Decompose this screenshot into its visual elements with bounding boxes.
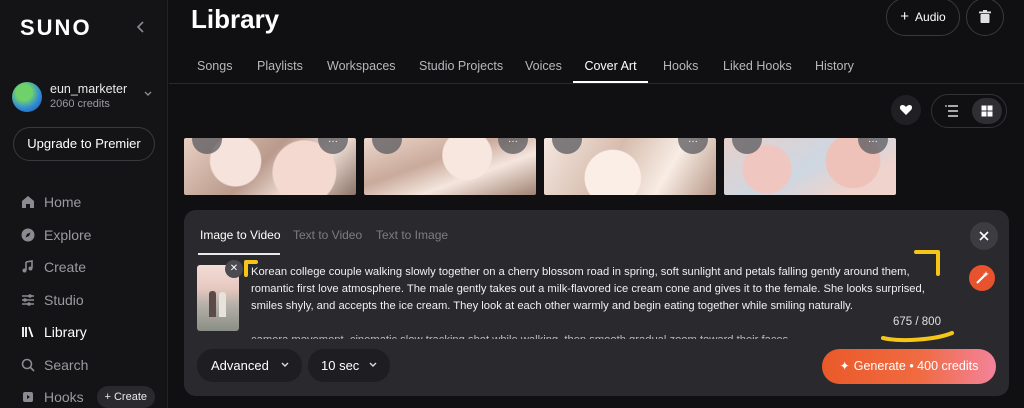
tab-liked-hooks[interactable]: Liked Hooks — [723, 48, 792, 83]
library-tabs: Songs Playlists Workspaces Studio Projec… — [169, 48, 1024, 84]
favorites-filter-button[interactable] — [891, 95, 921, 125]
duration-select[interactable]: 10 sec — [308, 349, 390, 382]
sidebar-item-studio[interactable]: Studio — [0, 284, 168, 317]
library-icon — [20, 324, 36, 340]
active-tab-indicator — [198, 253, 280, 255]
prompt-overflow-line: camera movement, cinematic slow tracking… — [251, 332, 951, 339]
trash-button[interactable] — [966, 0, 1004, 36]
sidebar: SUNO eun_marketer 2060 credits Upgrade t… — [0, 0, 168, 408]
sidebar-item-label: Search — [44, 356, 89, 373]
remove-image-button[interactable]: ✕ — [225, 260, 243, 278]
avatar — [12, 82, 42, 112]
suno-logo[interactable]: SUNO — [20, 15, 92, 41]
close-icon — [979, 231, 989, 241]
search-icon — [20, 357, 36, 373]
view-toggle — [931, 94, 1007, 128]
audio-button-label: Audio — [915, 10, 946, 24]
character-counter: 675 / 800 — [893, 316, 941, 328]
sidebar-item-label: Home — [44, 194, 82, 211]
advanced-options-button[interactable]: Advanced — [197, 349, 302, 382]
enhance-prompt-button[interactable] — [969, 265, 995, 291]
upgrade-button[interactable]: Upgrade to Premier — [13, 127, 155, 161]
hooks-icon — [20, 389, 36, 405]
list-view-button[interactable] — [938, 98, 968, 124]
grid-icon — [981, 105, 993, 117]
tab-songs[interactable]: Songs — [197, 48, 232, 83]
sidebar-item-label: Hooks — [44, 389, 84, 406]
suno-app: SUNO eun_marketer 2060 credits Upgrade t… — [0, 0, 1024, 408]
music-note-icon — [20, 259, 36, 275]
tab-playlists[interactable]: Playlists — [257, 48, 303, 83]
sparkle-icon: ✦ — [839, 359, 850, 373]
video-generation-panel: Image to Video Text to Video Text to Ima… — [184, 210, 1009, 396]
page-title: Library — [191, 4, 280, 34]
heart-icon — [899, 105, 913, 115]
collapse-sidebar-icon[interactable] — [134, 18, 150, 38]
chevron-down-icon — [280, 349, 290, 396]
grid-view-button[interactable] — [972, 98, 1002, 124]
hooks-create-button[interactable]: + Create — [96, 386, 155, 408]
main-content: Library + Audio Songs Playlists Workspace… — [169, 0, 1024, 408]
tab-image-to-video[interactable]: Image to Video — [200, 228, 281, 242]
tab-studio-projects[interactable]: Studio Projects — [419, 48, 503, 83]
tab-workspaces[interactable]: Workspaces — [327, 48, 396, 83]
sidebar-nav: Home Explore Create Studio Library Searc… — [0, 186, 168, 408]
chevron-down-icon — [143, 90, 153, 101]
add-audio-button[interactable]: + Audio — [886, 0, 960, 36]
sidebar-item-explore[interactable]: Explore — [0, 219, 168, 252]
tab-cover-art[interactable]: Cover Art — [573, 48, 648, 83]
sidebar-item-home[interactable]: Home — [0, 186, 168, 219]
chevron-down-icon — [368, 349, 378, 396]
cover-art-card[interactable]: ··· — [364, 138, 536, 195]
user-account-switcher[interactable]: eun_marketer 2060 credits — [12, 80, 157, 116]
credits-count: 2060 credits — [50, 98, 110, 110]
sidebar-item-library[interactable]: Library — [0, 316, 168, 349]
plus-icon: + — [900, 8, 910, 25]
tab-text-to-video[interactable]: Text to Video — [293, 228, 362, 242]
tab-hooks[interactable]: Hooks — [663, 48, 698, 83]
trash-icon — [979, 10, 991, 23]
cover-art-card[interactable]: ··· — [544, 138, 716, 195]
generate-button[interactable]: ✦ Generate • 400 credits — [822, 349, 996, 384]
sidebar-item-create[interactable]: Create — [0, 251, 168, 284]
list-icon — [945, 105, 958, 117]
username: eun_marketer — [50, 82, 128, 96]
tab-history[interactable]: History — [815, 48, 854, 83]
sliders-icon — [20, 292, 36, 308]
sidebar-item-hooks[interactable]: Hooks + Create — [0, 381, 168, 408]
home-icon — [20, 194, 36, 210]
cover-art-card[interactable]: ··· — [184, 138, 356, 195]
cover-art-card[interactable]: ··· — [724, 138, 896, 195]
cover-art-grid: ··· ··· ··· ··· — [184, 138, 904, 195]
magic-wand-icon — [976, 271, 989, 284]
sidebar-item-label: Create — [44, 259, 87, 276]
tab-text-to-image[interactable]: Text to Image — [376, 228, 448, 242]
sidebar-item-search[interactable]: Search — [0, 349, 168, 382]
advanced-label: Advanced — [211, 358, 269, 373]
sidebar-item-label: Explore — [44, 226, 92, 243]
close-panel-button[interactable] — [970, 222, 998, 250]
duration-label: 10 sec — [321, 358, 360, 373]
prompt-textarea[interactable]: Korean college couple walking slowly tog… — [251, 264, 951, 315]
compass-icon — [20, 227, 36, 243]
sidebar-item-label: Library — [44, 324, 87, 341]
sidebar-item-label: Studio — [44, 291, 84, 308]
tab-voices[interactable]: Voices — [525, 48, 562, 83]
generate-label: Generate • 400 credits — [853, 359, 979, 373]
